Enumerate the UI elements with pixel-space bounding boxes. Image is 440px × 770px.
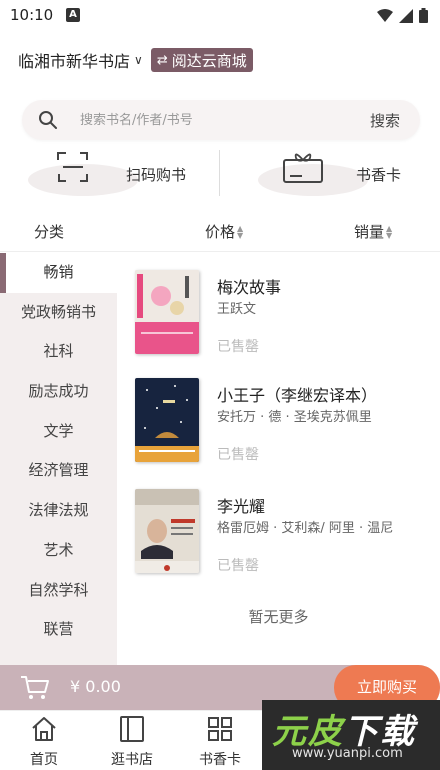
search-input[interactable] (80, 100, 350, 140)
watermark-logo: 元皮下载 www.yuanpi.com (262, 700, 440, 770)
nav-bookstore[interactable]: 逛书店 (92, 715, 172, 769)
sort-bar: 分类 价格 ▲ ▼ 销量 ▲ ▼ (0, 210, 440, 252)
sidebar-item-party-politics[interactable]: 党政畅销书 (0, 293, 117, 333)
no-more-text: 暂无更多 (248, 608, 309, 626)
sidebar-item-bestseller[interactable]: 畅销 (0, 253, 117, 293)
search-icon (39, 111, 57, 129)
book-cover (135, 489, 199, 573)
nav-bookstore-label: 逛书店 (111, 752, 153, 768)
nav-book-card-label: 书香卡 (199, 752, 241, 768)
sidebar-item-joint[interactable]: 联营 (0, 610, 117, 650)
book-title: 李光耀 (217, 497, 266, 516)
quick-divider (219, 150, 220, 196)
sidebar-item-law[interactable]: 法律法规 (0, 491, 117, 531)
home-icon (32, 717, 56, 741)
cart-icon[interactable] (20, 675, 50, 701)
sort-price-button[interactable]: 价格 ▲ ▼ (205, 221, 243, 242)
scan-buy-label: 扫码购书 (126, 166, 187, 184)
book-card-button[interactable]: 书香卡 (258, 150, 418, 200)
store-selector[interactable]: 临湘市新华书店 ∨ ⇄ 阅达云商城 (18, 48, 253, 72)
wifi-icon (377, 8, 393, 22)
scan-icon (57, 152, 88, 182)
sort-arrows-icon: ▲ ▼ (386, 223, 393, 240)
sold-out-status: 已售罄 (217, 558, 259, 574)
nav-home-label: 首页 (30, 752, 58, 768)
cart-total: ¥ 0.00 (70, 677, 121, 696)
book-cover (135, 378, 199, 462)
book-card-label: 书香卡 (356, 166, 402, 184)
switch-mall-label: 阅达云商城 (171, 51, 247, 70)
store-name[interactable]: 临湘市新华书店 (18, 48, 130, 72)
category-sidebar: 畅销 党政畅销书 社科 励志成功 文学 经济管理 法律法规 艺术 自然学科 联营 (0, 253, 117, 665)
sort-price-label: 价格 (205, 223, 236, 241)
book-item[interactable]: 小王子（李继宏译本） 安托万 · 德 · 圣埃克苏佩里 已售罄 (135, 378, 425, 478)
battery-icon (419, 8, 428, 23)
sidebar-item-self-help[interactable]: 励志成功 (0, 372, 117, 412)
book-item[interactable]: 李光耀 格雷厄姆 · 艾利森/ 阿里 · 温尼 已售罄 (135, 489, 425, 589)
book-author: 王跃文 (217, 302, 257, 317)
sort-sales-label: 销量 (354, 223, 385, 241)
watermark-url: www.yuanpi.com (292, 746, 403, 761)
status-time: 10:10 (10, 6, 54, 24)
status-icons (377, 8, 428, 23)
sidebar-item-art[interactable]: 艺术 (0, 531, 117, 571)
search-button[interactable]: 搜索 (370, 110, 400, 131)
sidebar-item-natural-science[interactable]: 自然学科 (0, 571, 117, 611)
book-item[interactable]: 梅次故事 王跃文 已售罄 (135, 270, 425, 370)
sidebar-item-social-science[interactable]: 社科 (0, 332, 117, 372)
gift-card-icon (283, 153, 323, 183)
book-author: 格雷厄姆 · 艾利森/ 阿里 · 温尼 (217, 521, 394, 536)
sidebar-item-economics[interactable]: 经济管理 (0, 451, 117, 491)
sidebar-item-literature[interactable]: 文学 (0, 412, 117, 452)
search-bar[interactable]: 搜索 (22, 100, 420, 140)
book-author: 安托万 · 德 · 圣埃克苏佩里 (217, 410, 372, 425)
sold-out-status: 已售罄 (217, 339, 259, 355)
card-icon (208, 717, 232, 741)
sold-out-status: 已售罄 (217, 447, 259, 463)
chevron-down-icon[interactable]: ∨ (134, 53, 143, 67)
switch-mall-button[interactable]: ⇄ 阅达云商城 (150, 48, 253, 72)
scan-buy-button[interactable]: 扫码购书 (28, 150, 218, 200)
sort-sales-button[interactable]: 销量 ▲ ▼ (354, 221, 392, 242)
switch-icon: ⇄ (156, 52, 168, 68)
bookstore-icon (120, 716, 144, 742)
category-header: 分类 (34, 223, 65, 241)
book-title: 梅次故事 (217, 278, 282, 297)
status-bar: 10:10 A (0, 0, 440, 32)
sort-arrows-icon: ▲ ▼ (237, 223, 244, 240)
nav-book-card[interactable]: 书香卡 (180, 715, 260, 769)
nav-home[interactable]: 首页 (4, 715, 84, 769)
book-cover (135, 270, 199, 354)
notification-icon: A (66, 8, 80, 22)
book-title: 小王子（李继宏译本） (217, 386, 378, 405)
signal-icon (399, 8, 413, 23)
